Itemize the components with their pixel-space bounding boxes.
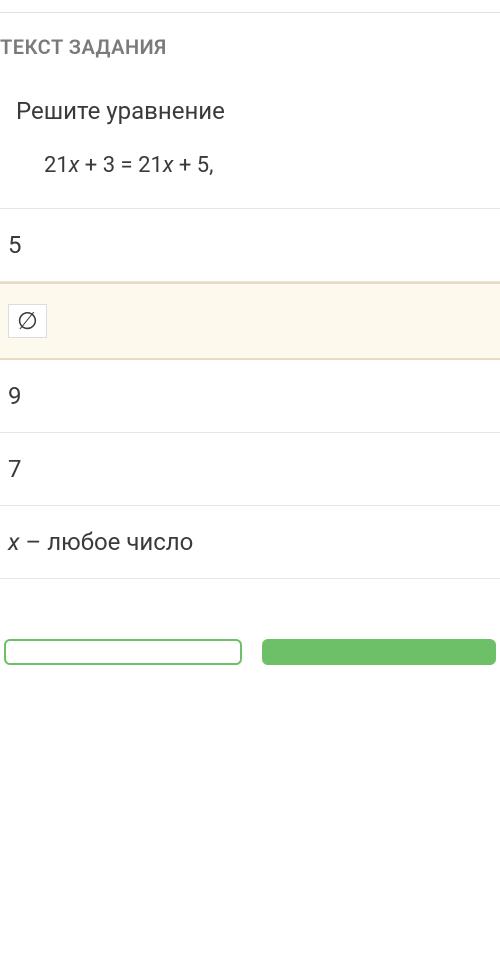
- answer-option-1[interactable]: 5: [0, 209, 500, 282]
- answer-option-5[interactable]: x – любое число: [0, 506, 500, 579]
- answer-text: – любое число: [20, 528, 194, 556]
- bottom-button-row: [0, 639, 500, 665]
- equation-part: + 5,: [173, 153, 213, 178]
- answer-text: 9: [8, 382, 22, 410]
- equation-variable: x: [69, 153, 80, 178]
- answer-text: 5: [8, 231, 22, 259]
- answer-variable: x: [8, 528, 20, 556]
- answer-option-3[interactable]: 9: [0, 360, 500, 433]
- answer-text: ∅: [8, 304, 47, 338]
- answer-list: 5 ∅ 9 7 x – любое число: [0, 208, 500, 579]
- secondary-button[interactable]: [4, 639, 242, 665]
- equation-variable: x: [163, 153, 174, 178]
- answer-option-4[interactable]: 7: [0, 433, 500, 506]
- equation-text: 21x + 3 = 21x + 5,: [8, 153, 492, 178]
- answer-text: 7: [8, 455, 22, 483]
- question-block: Решите уравнение 21x + 3 = 21x + 5,: [0, 77, 500, 208]
- question-title: Решите уравнение: [8, 97, 492, 125]
- equation-part: 21: [44, 153, 69, 178]
- equation-part: + 3 = 21: [79, 153, 162, 178]
- section-header: ТЕКСТ ЗАДАНИЯ: [0, 13, 500, 77]
- primary-button[interactable]: [262, 639, 496, 665]
- answer-option-2[interactable]: ∅: [0, 282, 500, 360]
